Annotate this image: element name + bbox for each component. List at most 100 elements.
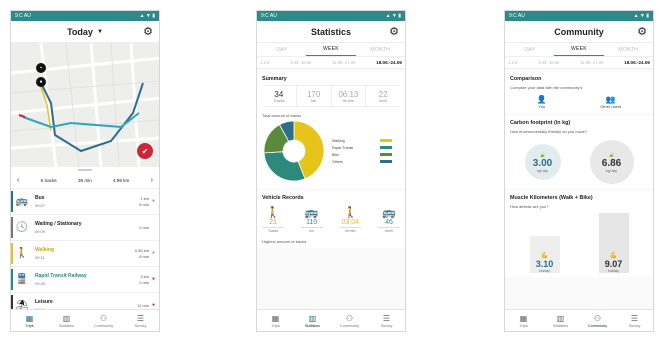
week-item[interactable]: 11.06.-17.06 xyxy=(580,60,603,65)
dropdown-caret-icon[interactable]: ▼ xyxy=(97,29,103,35)
trip-row[interactable]: 🚶 Walking 09:11 0.56 km 8 min ● xyxy=(11,241,159,267)
bottom-nav: ▦ Trips ▥ Statistics ⚇ Community ☰ Survey xyxy=(257,309,405,331)
nav-survey[interactable]: ☰ Survey xyxy=(368,310,405,331)
bar-chart-icon: ▥ xyxy=(556,313,565,323)
muscle-icon: 💪 xyxy=(609,253,618,259)
page-title: Community xyxy=(554,26,604,37)
muscle-others: 💪 9.07 km/day xyxy=(598,213,629,273)
week-item-current[interactable]: 18.06.-24.06 xyxy=(376,60,402,65)
status-bar: 9:C AU ▲ ▼ ▮ xyxy=(11,11,159,21)
record-value: 46 xyxy=(385,219,393,226)
nav-label: Community xyxy=(339,323,360,328)
status-icons: ▲ ▼ ▮ xyxy=(139,13,155,19)
trip-time: 09:07 xyxy=(35,203,46,208)
week-item[interactable]: 4.03.-10.06 xyxy=(290,60,311,65)
chevron-left-icon[interactable]: ‹ xyxy=(17,177,19,184)
bus-icon: 🚌 xyxy=(15,196,29,207)
page-title: Statistics xyxy=(310,26,352,37)
nav-community[interactable]: ⚇ Community xyxy=(579,310,616,331)
people-icon: ⚇ xyxy=(593,313,602,323)
trip-color-bar xyxy=(11,191,13,212)
period-tabs: DAY WEEK MONTH xyxy=(257,43,405,57)
walking-icon: 🚶 xyxy=(15,248,29,259)
trip-color-bar xyxy=(11,243,13,264)
summary-title: Summary xyxy=(262,76,287,82)
week-item[interactable]: 4.03.-10.06 xyxy=(538,60,559,65)
week-item[interactable]: 1.2.6 xyxy=(260,60,269,65)
map-marker-icon[interactable]: ▪ xyxy=(36,63,46,73)
week-item[interactable]: 1.2.6 xyxy=(508,60,517,65)
compare-you[interactable]: 👤 You xyxy=(537,95,547,109)
map-marker-icon[interactable]: ● xyxy=(36,77,46,87)
nav-statistics[interactable]: ▥ Statistics xyxy=(48,310,85,331)
walking-icon: 🚶 xyxy=(266,207,280,219)
nav-label: Trips xyxy=(25,323,34,328)
trip-name: Leisure xyxy=(35,299,53,305)
tab-day[interactable]: DAY xyxy=(257,43,306,56)
trip-row[interactable]: 🕓 Waiting / Stationary 09:09 2 min xyxy=(11,215,159,241)
trip-time: 09:11 xyxy=(35,255,45,260)
comparison-card: Comparison Compare your data with the co… xyxy=(505,72,653,113)
trip-row[interactable]: 🚌 Bus 09:07 1 km 8 min ● xyxy=(11,189,159,215)
compare-others[interactable]: 👥 Other users xyxy=(600,95,621,109)
nav-trips[interactable]: ▦ Trips xyxy=(505,310,542,331)
gear-icon[interactable]: ⚙ xyxy=(143,25,153,38)
tab-week[interactable]: WEEK xyxy=(306,43,356,56)
status-time: 9:C AU xyxy=(15,13,31,19)
trip-list: 🚌 Bus 09:07 1 km 8 min ● 🕓 Waiting / Sta… xyxy=(11,189,159,319)
bar-chart-icon: ▥ xyxy=(62,313,71,323)
stat-value: 170 xyxy=(306,89,321,99)
nav-label: Survey xyxy=(134,323,147,328)
trip-row[interactable]: 🚆 Rapid Transit Railway 09:45 3 km 2 min… xyxy=(11,267,159,293)
map-view[interactable]: ▪ ● ✔ xyxy=(11,43,159,167)
stat-cell: 22 km/h xyxy=(366,86,400,106)
leaf-icon: 🍃 xyxy=(607,152,616,158)
nav-survey[interactable]: ☰ Survey xyxy=(122,310,159,331)
trip-duration: 12 min xyxy=(136,302,149,308)
record-label: km xyxy=(300,227,323,233)
app-bar: Today ▼ ⚙ xyxy=(11,21,159,43)
week-item-current[interactable]: 18.06.-24.06 xyxy=(624,60,650,65)
gear-icon[interactable]: ⚙ xyxy=(389,25,399,38)
summary-card: Summary 34 Tracks 170 km 06:13 hh:mm 22 km/h… xyxy=(257,72,405,188)
nav-community[interactable]: ⚇ Community xyxy=(331,310,368,331)
nav-community[interactable]: ⚇ Community xyxy=(85,310,122,331)
carbon-you: 🍃 3.00 kg/ day xyxy=(524,144,561,180)
trip-distance: 1 km xyxy=(140,195,149,201)
nav-survey[interactable]: ☰ Survey xyxy=(616,310,653,331)
legend-item: Rapid Transit xyxy=(332,144,392,151)
page-title[interactable]: Today xyxy=(67,27,93,37)
carbon-unit: kg/ day xyxy=(537,169,548,173)
chart-legend: Walking Rapid Transit Bike Others xyxy=(332,137,392,165)
muscle-values: 💪 3.10 km/day 💪 9.07 km/day xyxy=(510,213,648,273)
status-bar: 9:C AU ▲ ▼ ▮ xyxy=(257,11,405,21)
tab-month[interactable]: MONTH xyxy=(604,43,653,56)
nav-trips[interactable]: ▦ Trips xyxy=(257,310,294,331)
nav-statistics[interactable]: ▥ Statistics xyxy=(294,310,331,331)
tab-week[interactable]: WEEK xyxy=(554,43,604,56)
person-icon: 👤 xyxy=(536,95,547,104)
nav-label: Trips xyxy=(271,323,280,328)
carbon-card: Carbon footprint (in kg) How environment… xyxy=(505,116,653,188)
trip-duration: 8 min xyxy=(139,253,149,259)
muscle-card: Muscle Kilometers (Walk + Bike) How athl… xyxy=(505,191,653,277)
tab-day[interactable]: DAY xyxy=(505,43,554,56)
legend-swatch xyxy=(380,145,392,150)
vehicle-records: 🚶 21 Tracks 🚌 110 km 🚶 03:04 hh:mm 🚌 46 km/h xyxy=(262,204,400,235)
tab-month[interactable]: MONTH xyxy=(356,43,405,56)
carbon-unit: kg/ day xyxy=(606,169,617,173)
nav-trips[interactable]: ▦ Trips xyxy=(11,310,48,331)
chevron-right-icon[interactable]: › xyxy=(151,177,153,184)
gear-icon[interactable]: ⚙ xyxy=(637,25,647,38)
muscle-subtitle: How athletic are you? xyxy=(510,204,549,209)
nav-statistics[interactable]: ▥ Statistics xyxy=(542,310,579,331)
trip-duration: 8 min xyxy=(139,201,149,207)
legend-swatch xyxy=(380,159,392,164)
week-item[interactable]: 11.06.-17.06 xyxy=(332,60,355,65)
summary-km: 4.99 km xyxy=(113,178,130,183)
stat-label: hh:mm xyxy=(342,98,355,103)
muscle-icon: 💪 xyxy=(540,253,549,259)
checkmark-icon[interactable]: ✔ xyxy=(137,143,153,159)
trip-distance: 0.56 km xyxy=(134,247,149,253)
carbon-others-value: 6.86 xyxy=(601,158,622,169)
